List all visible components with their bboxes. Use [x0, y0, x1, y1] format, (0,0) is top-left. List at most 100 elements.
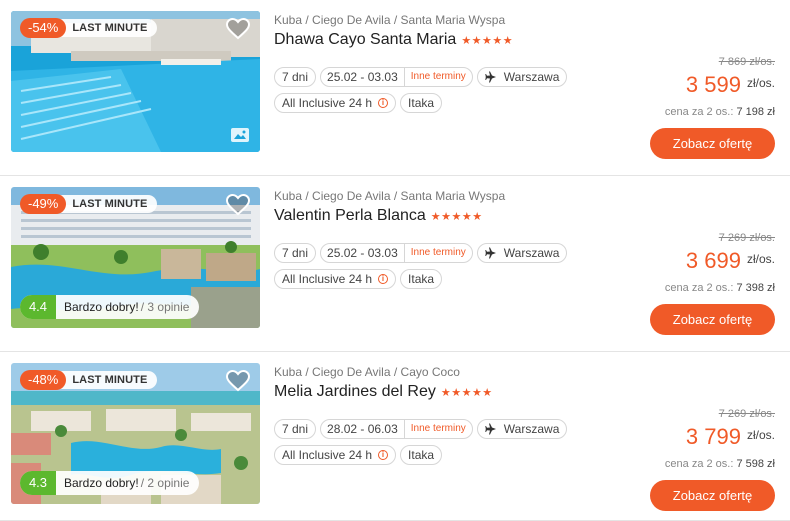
last-minute-badge: LAST MINUTE [54, 195, 158, 213]
heart-icon[interactable] [226, 18, 250, 40]
old-price: 7 269 zł/os. [718, 232, 775, 244]
price-amount: 3 799 [685, 424, 741, 449]
see-offer-button[interactable]: Zobacz ofertę [650, 304, 775, 335]
other-dates-link[interactable]: Inne terminy [403, 68, 472, 86]
heart-icon[interactable] [226, 370, 250, 392]
rating-score: 4.4 [20, 295, 56, 319]
dates-chip: 25.02 - 03.03 Inne terminy [320, 243, 473, 263]
departure-text: Warszawa [503, 422, 560, 436]
offer-card: -49% LAST MINUTE 4.4 Bardzo dobry! / 3 o… [0, 176, 790, 352]
departure-text: Warszawa [503, 246, 560, 260]
old-price: 7 869 zł/os. [718, 56, 775, 68]
departure-chip: Warszawa [476, 67, 568, 87]
offer-details: 7 dni 25.02 - 03.03 Inne terminy Warszaw… [274, 67, 604, 119]
rating-label: Bardzo dobry! [64, 476, 139, 490]
breadcrumb: Kuba / Ciego De Avila / Cayo Coco [274, 365, 460, 379]
rating-opinions: / 2 opinie [140, 476, 190, 490]
hotel-name-text[interactable]: Dhawa Cayo Santa Maria [274, 31, 456, 49]
info-icon[interactable]: i [378, 450, 389, 460]
tag-row: -48% LAST MINUTE [20, 370, 158, 390]
price-for-two-label: cena za 2 os.: [664, 458, 734, 470]
gallery-icon[interactable] [230, 127, 250, 143]
dates-text: 25.02 - 03.03 [327, 246, 398, 260]
discount-badge: -49% [20, 194, 67, 214]
tag-row: -49% LAST MINUTE [20, 194, 158, 214]
other-dates-link[interactable]: Inne terminy [403, 420, 472, 438]
price-for-two-value: 7 598 zł [736, 458, 775, 470]
departure-chip: Warszawa [476, 243, 568, 263]
price-amount: 3 599 [685, 72, 741, 97]
see-offer-button[interactable]: Zobacz ofertę [650, 128, 775, 159]
dates-text: 25.02 - 03.03 [327, 70, 398, 84]
board-text: All Inclusive 24 h [282, 448, 373, 462]
offer-card: -48% LAST MINUTE 4.3 Bardzo dobry! / 2 o… [0, 352, 790, 521]
price-box: 7 869 zł/os. 3 599 zł/os. cena za 2 os.:… [575, 0, 775, 176]
offer-details: 7 dni 25.02 - 03.03 Inne terminy Warszaw… [274, 243, 604, 295]
price-box: 7 269 zł/os. 3 799 zł/os. cena za 2 os.:… [575, 352, 775, 521]
dates-text: 28.02 - 06.03 [327, 422, 398, 436]
offer-details: 7 dni 28.02 - 06.03 Inne terminy Warszaw… [274, 419, 604, 471]
star-rating: ★★★★★ [461, 34, 514, 47]
current-price: 3 799 zł/os. [686, 424, 775, 450]
breadcrumb: Kuba / Ciego De Avila / Santa Maria Wysp… [274, 13, 506, 27]
other-dates-link[interactable]: Inne terminy [403, 244, 472, 262]
star-rating: ★★★★★ [440, 386, 493, 399]
rating-score: 4.3 [20, 471, 56, 495]
current-price: 3 699 zł/os. [686, 248, 775, 274]
offer-card: -54% LAST MINUTE Kuba / Ciego De Avila /… [0, 0, 790, 176]
price-for-two: cena za 2 os.: 7 398 zł [665, 282, 775, 294]
rating-badge[interactable]: 4.3 Bardzo dobry! / 2 opinie [20, 471, 200, 495]
hotel-name[interactable]: Dhawa Cayo Santa Maria ★★★★★ [274, 31, 513, 49]
rating-badge[interactable]: 4.4 Bardzo dobry! / 3 opinie [20, 295, 200, 319]
duration-chip: 7 dni [274, 67, 317, 87]
breadcrumb: Kuba / Ciego De Avila / Santa Maria Wysp… [274, 189, 506, 203]
plane-icon [485, 423, 496, 435]
hotel-photo[interactable]: -49% LAST MINUTE 4.4 Bardzo dobry! / 3 o… [11, 187, 260, 328]
board-chip: All Inclusive 24 h i [274, 269, 397, 289]
price-for-two: cena za 2 os.: 7 198 zł [665, 106, 775, 118]
price-for-two-value: 7 398 zł [736, 282, 775, 294]
board-chip: All Inclusive 24 h i [274, 93, 397, 113]
price-for-two-value: 7 198 zł [736, 106, 775, 118]
dates-chip: 25.02 - 03.03 Inne terminy [320, 67, 473, 87]
board-text: All Inclusive 24 h [282, 272, 373, 286]
last-minute-badge: LAST MINUTE [54, 371, 158, 389]
duration-chip: 7 dni [274, 419, 317, 439]
hotel-name-text[interactable]: Valentin Perla Blanca [274, 207, 426, 225]
current-price: 3 599 zł/os. [686, 72, 775, 98]
plane-icon [485, 247, 496, 259]
info-icon[interactable]: i [378, 274, 389, 284]
plane-icon [485, 71, 496, 83]
board-text: All Inclusive 24 h [282, 96, 373, 110]
tag-row: -54% LAST MINUTE [20, 18, 158, 38]
price-box: 7 269 zł/os. 3 699 zł/os. cena za 2 os.:… [575, 176, 775, 352]
departure-chip: Warszawa [476, 419, 568, 439]
discount-badge: -48% [20, 370, 67, 390]
heart-icon[interactable] [226, 194, 250, 216]
duration-chip: 7 dni [274, 243, 317, 263]
hotel-name[interactable]: Melia Jardines del Rey ★★★★★ [274, 383, 493, 401]
board-chip: All Inclusive 24 h i [274, 445, 397, 465]
price-for-two-label: cena za 2 os.: [664, 106, 734, 118]
hotel-photo[interactable]: -48% LAST MINUTE 4.3 Bardzo dobry! / 2 o… [11, 363, 260, 504]
price-for-two-label: cena za 2 os.: [664, 282, 734, 294]
info-icon[interactable]: i [378, 98, 389, 108]
rating-opinions: / 3 opinie [140, 300, 190, 314]
star-rating: ★★★★★ [430, 210, 483, 223]
hotel-photo[interactable]: -54% LAST MINUTE [11, 11, 260, 152]
price-for-two: cena za 2 os.: 7 598 zł [665, 458, 775, 470]
price-amount: 3 699 [685, 248, 741, 273]
departure-text: Warszawa [503, 70, 560, 84]
old-price: 7 269 zł/os. [718, 408, 775, 420]
operator-chip: Itaka [400, 445, 443, 465]
discount-badge: -54% [20, 18, 67, 38]
price-unit: zł/os. [746, 76, 775, 90]
operator-chip: Itaka [400, 93, 443, 113]
rating-label: Bardzo dobry! [64, 300, 139, 314]
hotel-name-text[interactable]: Melia Jardines del Rey [274, 383, 436, 401]
see-offer-button[interactable]: Zobacz ofertę [650, 480, 775, 511]
dates-chip: 28.02 - 06.03 Inne terminy [320, 419, 473, 439]
hotel-name[interactable]: Valentin Perla Blanca ★★★★★ [274, 207, 483, 225]
price-unit: zł/os. [746, 252, 775, 266]
last-minute-badge: LAST MINUTE [54, 19, 158, 37]
